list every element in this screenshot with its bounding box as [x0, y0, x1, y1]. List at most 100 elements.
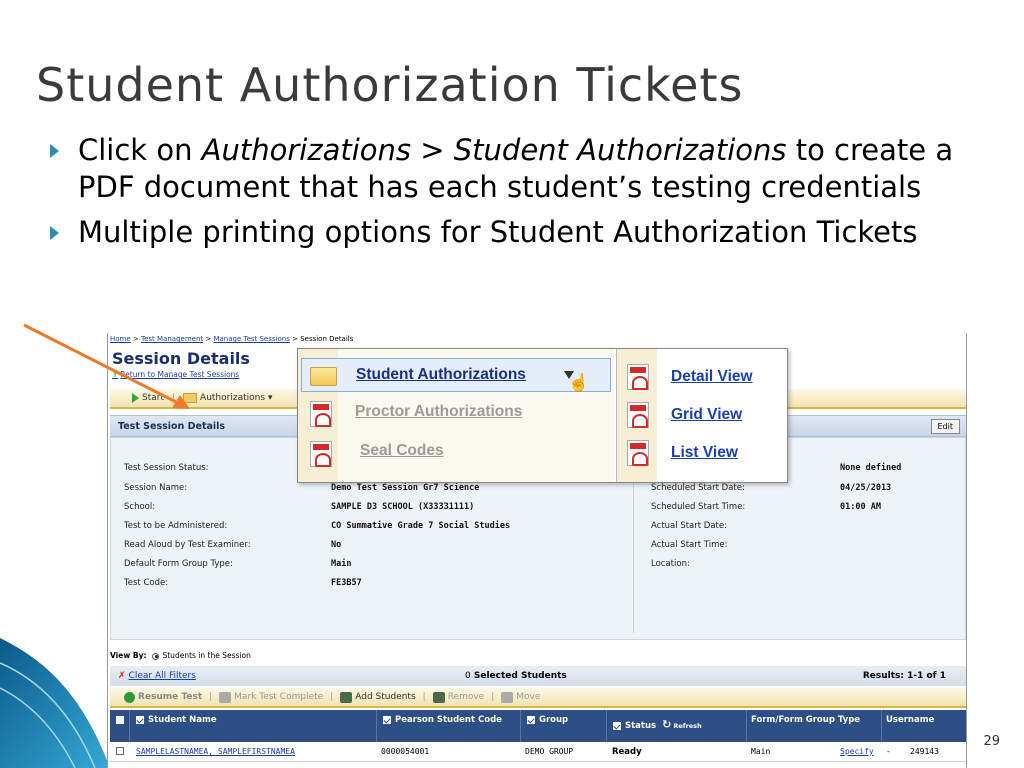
bullet-em-student-authorizations: Student Authorizations	[453, 133, 787, 167]
clear-filter-icon: ✗	[118, 671, 126, 681]
resume-label: Resume Test	[138, 692, 203, 702]
username-dash: -	[886, 747, 891, 756]
menu-item-seal-codes[interactable]: Seal Codes	[298, 437, 614, 471]
start-button[interactable]: Start	[132, 393, 164, 403]
field-actual-start-date: Actual Start Date:	[651, 521, 727, 531]
specify-link[interactable]: Specify	[840, 747, 874, 756]
field-label: Read Aloud by Test Examiner:	[124, 540, 251, 550]
column-label: Status	[625, 721, 657, 731]
column-student-code[interactable]: Pearson Student Code	[377, 710, 521, 742]
clear-filters-link[interactable]: ✗ Clear All Filters	[118, 671, 196, 681]
pdf-icon	[310, 441, 332, 467]
field-label: Default Form Group Type:	[124, 559, 233, 569]
return-link-label: Return to Manage Test Sessions	[120, 370, 240, 379]
view-by: View By: Students in the Session	[110, 651, 251, 660]
select-all-checkbox[interactable]	[116, 715, 124, 724]
bullet-item: Click on Authorizations > Student Author…	[50, 132, 1000, 206]
field-label: School:	[124, 502, 156, 512]
move-icon	[501, 691, 514, 703]
field-label: Test Session Status:	[124, 463, 209, 473]
field-read-aloud: Read Aloud by Test Examiner:	[124, 540, 251, 550]
move-button[interactable]: Move	[501, 691, 540, 703]
filter-bar: ✗ Clear All Filters 0 Selected Students R…	[110, 666, 966, 686]
resume-test-button[interactable]: Resume Test	[124, 691, 203, 703]
menu-item-label: Student Authorizations	[356, 366, 526, 383]
field-school: School:	[124, 502, 155, 512]
slide-title: Student Authorization Tickets	[36, 58, 744, 112]
field-scheduled-start-time-value: 01:00 AM	[840, 502, 881, 512]
column-student-name[interactable]: Student Name	[130, 710, 377, 742]
field-scheduled-start-time: Scheduled Start Time:	[651, 502, 746, 512]
field-test-session-status: Test Session Status:	[124, 463, 209, 473]
breadcrumb-test-management[interactable]: Test Management	[141, 335, 203, 343]
submenu-list-view[interactable]: List View	[671, 444, 738, 462]
breadcrumb-manage-sessions[interactable]: Manage Test Sessions	[213, 335, 289, 343]
breadcrumb-home[interactable]: Home	[110, 335, 131, 343]
edit-button[interactable]: Edit	[930, 419, 960, 434]
row-checkbox[interactable]	[116, 747, 124, 755]
page-title: Session Details	[112, 349, 250, 368]
radio-button-selected[interactable]	[152, 652, 160, 660]
field-form-group-type: Default Form Group Type:	[124, 559, 233, 569]
filter-checkbox[interactable]	[527, 715, 535, 724]
field-test-code: Test Code:	[124, 578, 168, 588]
pdf-icon	[310, 401, 332, 427]
authorizations-menu-button[interactable]: Authorizations ▾	[183, 393, 272, 403]
column-group[interactable]: Group	[521, 710, 607, 742]
field-right-none-defined-value: None defined	[840, 463, 902, 473]
menu-item-proctor-authorizations[interactable]: Proctor Authorizations	[298, 397, 614, 431]
toolbar-separator: |	[172, 393, 176, 403]
selected-students: 0 Selected Students	[465, 671, 567, 681]
add-students-button[interactable]: Add Students	[340, 691, 416, 703]
mark-complete-button[interactable]: Mark Test Complete	[219, 691, 323, 703]
field-label: Test Code:	[124, 578, 169, 588]
menu-item-student-authorizations[interactable]: Student Authorizations ☝	[301, 358, 611, 392]
select-all-column	[110, 710, 130, 742]
table-row: SAMPLELASTNAMEA, SAMPLEFIRSTNAMEA 000005…	[110, 742, 966, 762]
filter-checkbox[interactable]	[383, 715, 391, 724]
column-status[interactable]: Status ↻ Refresh	[607, 710, 747, 742]
bullet-text-pre: Click on	[78, 133, 202, 167]
field-label: Test to be Administered:	[124, 521, 228, 531]
breadcrumb-sep: >	[289, 335, 301, 343]
column-username[interactable]: Username	[882, 710, 966, 742]
student-name-cell: SAMPLELASTNAMEA, SAMPLEFIRSTNAMEA	[136, 747, 295, 757]
toolbar-separator: |	[491, 692, 495, 702]
filter-checkbox[interactable]	[613, 721, 621, 730]
folder-icon	[183, 393, 198, 403]
authorizations-dropdown-menu: Student Authorizations ☝ Proctor Authori…	[297, 348, 788, 483]
return-link[interactable]: ↑ Return to Manage Test Sessions	[112, 370, 239, 379]
bullet-em-authorizations: Authorizations	[201, 133, 412, 167]
pdf-icon	[627, 440, 649, 466]
student-name-link[interactable]: SAMPLELASTNAMEA, SAMPLEFIRSTNAMEA	[136, 747, 295, 756]
row-checkbox-cell	[116, 747, 124, 758]
refresh-label[interactable]: Refresh	[673, 722, 701, 730]
folder-icon	[310, 367, 337, 386]
column-label: Group	[539, 715, 569, 725]
bullet-text: Multiple printing options for Student Au…	[78, 215, 918, 249]
field-label: Session Name:	[124, 483, 188, 493]
field-session-name: Session Name:	[124, 483, 187, 493]
pdf-icon	[627, 364, 649, 390]
filter-checkbox[interactable]	[136, 715, 144, 724]
student-code-cell: 0000054001	[381, 747, 430, 756]
bullet-list: Click on Authorizations > Student Author…	[50, 132, 1000, 259]
submenu-detail-view[interactable]: Detail View	[671, 368, 753, 386]
field-test-code-value: FE3B57	[331, 578, 362, 588]
column-label: Pearson Student Code	[395, 715, 502, 725]
results-count: Results: 1-1 of 1	[862, 671, 946, 681]
specify-cell: Specify	[840, 747, 874, 757]
refresh-icon[interactable]: ↻	[662, 718, 671, 731]
field-location: Location:	[651, 559, 690, 569]
menu-item-label: Proctor Authorizations	[355, 403, 523, 420]
play-icon	[132, 393, 139, 403]
bullet-arrow-icon	[50, 144, 59, 158]
submenu-grid-view[interactable]: Grid View	[671, 406, 742, 424]
column-form-group-type[interactable]: Form/Form Group Type	[747, 710, 882, 742]
remove-button[interactable]: Remove	[432, 691, 484, 703]
add-students-icon	[340, 691, 353, 703]
remove-icon	[432, 691, 445, 703]
dropdown-left-column: Student Authorizations ☝ Proctor Authori…	[298, 349, 614, 482]
view-by-label: View By:	[110, 651, 147, 660]
student-table-header: Student Name Pearson Student Code Group …	[110, 710, 966, 742]
